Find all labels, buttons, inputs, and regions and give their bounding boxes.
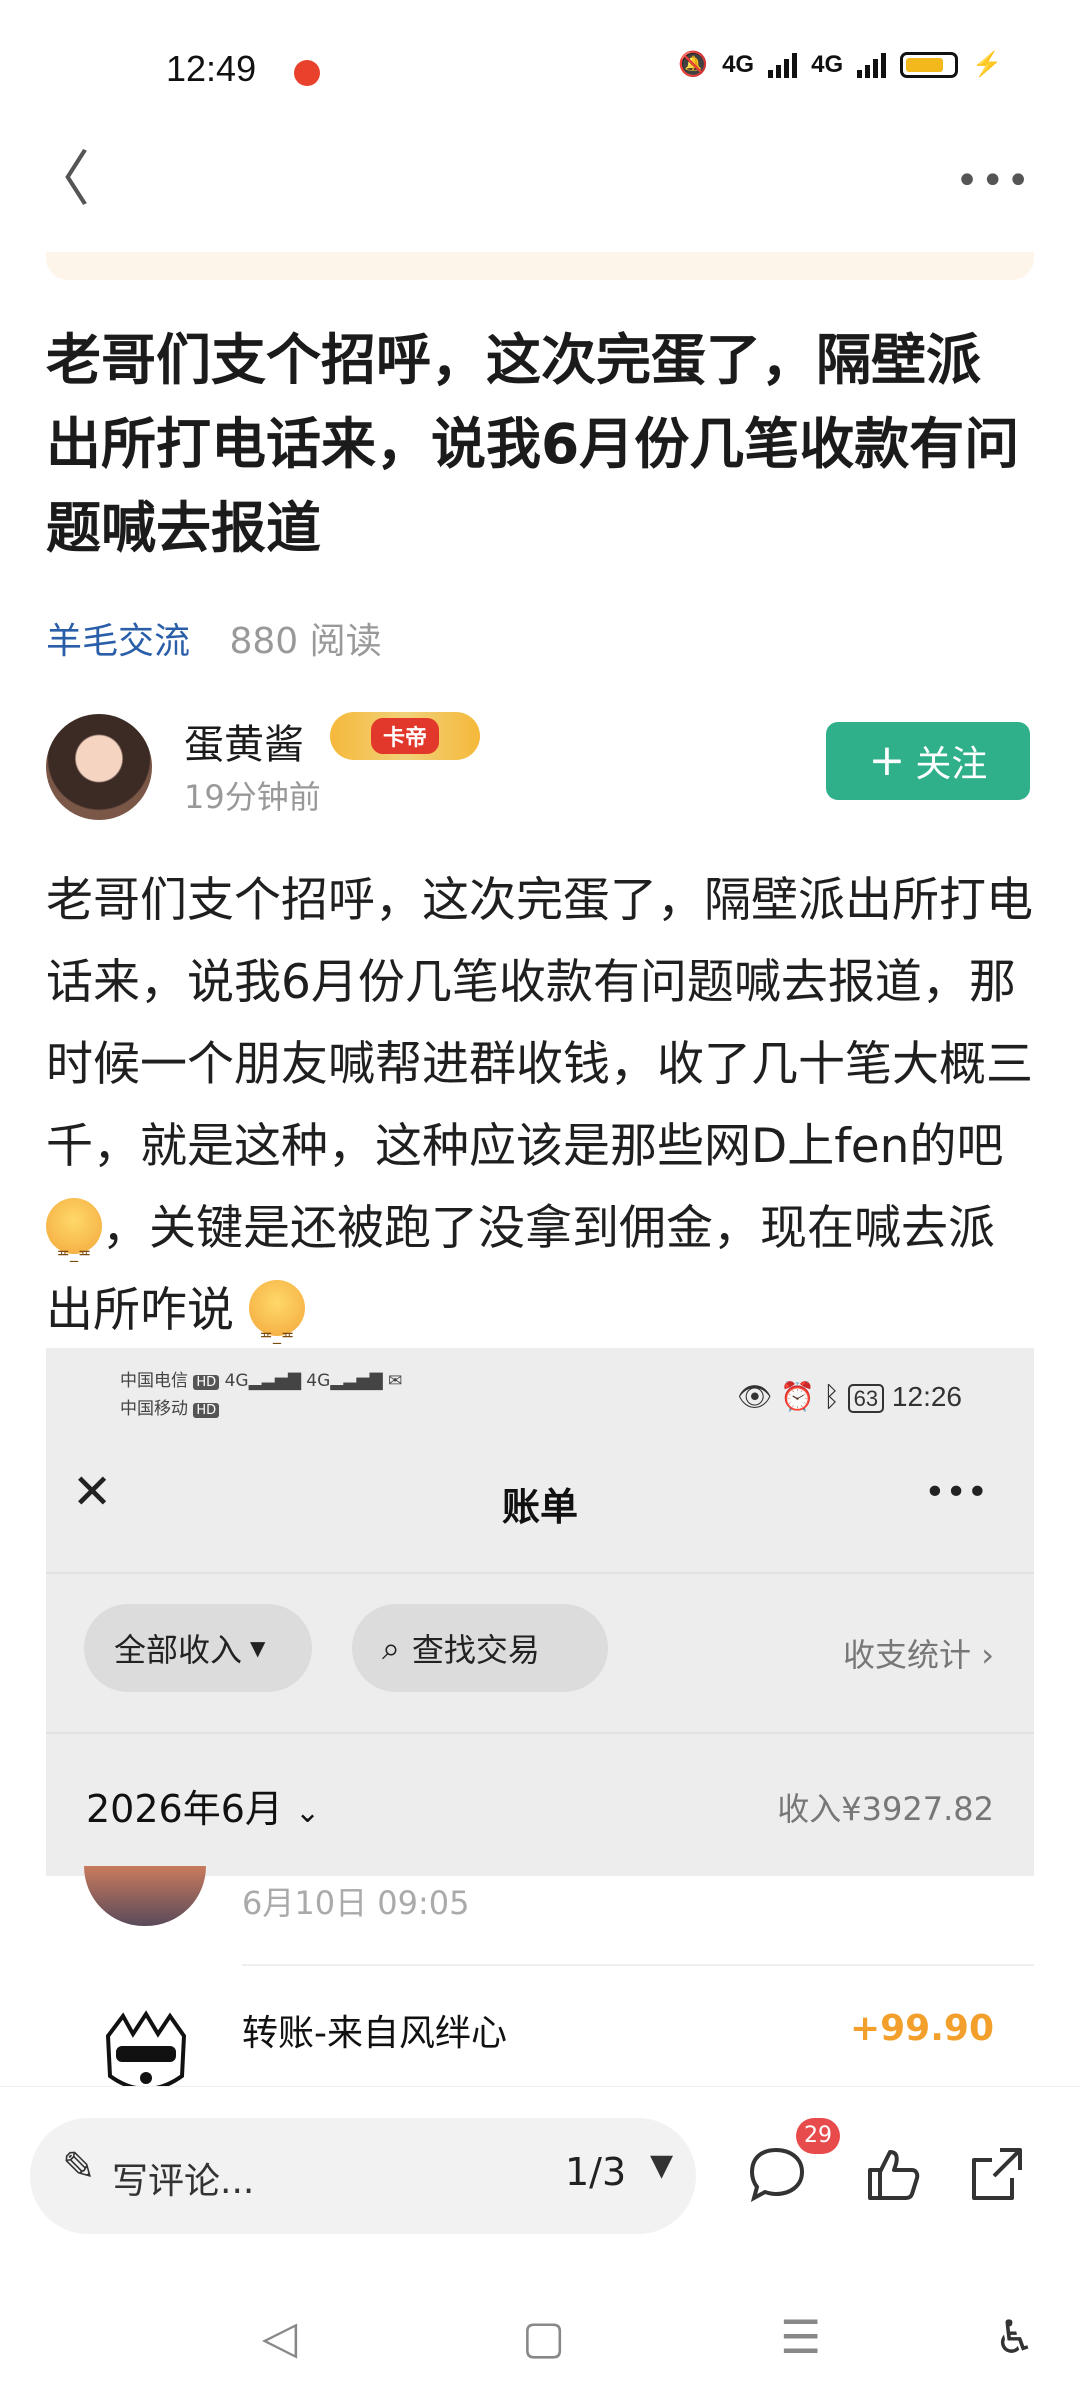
triangle-down-icon[interactable]: ▼ [650, 2148, 673, 2183]
badge-label: 卡帝 [370, 718, 439, 754]
eye-icon: 👁 [737, 1381, 773, 1412]
post-body-text-2: ，关键是还被跑了没拿到佣金，现在喊去派出所咋说 [46, 1201, 995, 1338]
chevron-right-icon: › [981, 1636, 994, 1674]
battery-level: 63 [847, 1384, 885, 1413]
image-pager[interactable]: 1/3 [565, 2150, 626, 2194]
follow-button[interactable]: + 关注 [826, 722, 1030, 800]
stats-link[interactable]: 收支统计 › [843, 1630, 994, 1676]
notification-dot-icon [294, 60, 320, 86]
category-link[interactable]: 羊毛交流 [46, 621, 190, 662]
signal-label-1: 4G [722, 50, 755, 78]
search-label: 查找交易 [411, 1631, 540, 1669]
post-body-text-1: 老哥们支个招呼，这次完蛋了，隔壁派出所打电话来，说我6月份几笔收款有问题喊去报道… [46, 873, 1033, 1174]
search-icon: ⌕ [382, 1628, 400, 1667]
divider [242, 1964, 1034, 1966]
post-body: 老哥们支个招呼，这次完蛋了，隔壁派出所打电话来，说我6月份几笔收款有问题喊去报道… [46, 860, 1034, 1376]
more-button[interactable]: ••• [955, 158, 1032, 204]
accessibility-icon[interactable]: ♿ [994, 2310, 1035, 2364]
embedded-screenshot[interactable]: 中国电信 HD 4G▂▃▅▇ 4G▂▃▅▇ ✉ 中国移动 HD 👁 ⏰ ᛒ 63… [46, 1348, 1034, 2086]
embedded-status-right: 👁 ⏰ ᛒ 63 12:26 [737, 1380, 962, 1413]
comment-placeholder: 写评论... [112, 2161, 255, 2202]
back-button[interactable]: 〈 [30, 150, 90, 210]
alarm-icon: ⏰ [780, 1381, 816, 1412]
bill-title: 账单 [501, 1485, 578, 1529]
month-selector[interactable]: 2026年6月 ⌄ [86, 1778, 320, 1833]
follow-label: 关注 [915, 744, 988, 785]
divider [46, 1572, 1034, 1574]
transaction-time: 6月10日 09:05 [242, 1884, 470, 1922]
signal-bars-icon-2 [857, 52, 887, 78]
post-title: 老哥们支个招呼，这次完蛋了，隔壁派出所打电话来，说我6月份几笔收款有问题喊去报道 [46, 328, 1020, 560]
post-meta: 羊毛交流 880 阅读 [46, 612, 382, 664]
triangle-down-icon: ▼ [250, 1636, 266, 1660]
plus-icon: + [868, 735, 906, 786]
read-count: 880 阅读 [229, 621, 382, 662]
signal-bars-icon [768, 52, 798, 78]
income-filter-dropdown[interactable]: 全部收入 ▼ [84, 1604, 312, 1692]
bluetooth-icon: ᛒ [823, 1381, 840, 1412]
transaction-avatar-2 [98, 2006, 194, 2086]
mute-icon: 🔕 [678, 51, 709, 78]
author-name[interactable]: 蛋黄酱 [184, 712, 304, 770]
post-time: 19分钟前 [184, 778, 321, 816]
search-transactions-button[interactable]: ⌕ 查找交易 [352, 1604, 608, 1692]
author-avatar[interactable] [46, 714, 152, 820]
embedded-status-left: 中国电信 HD 4G▂▃▅▇ 4G▂▃▅▇ ✉ 中国移动 HD [120, 1371, 403, 1419]
pencil-icon: ✎ [62, 2144, 96, 2190]
emoji-icon [46, 1198, 102, 1294]
month-label: 2026年6月 [86, 1787, 283, 1831]
author-badge: 卡帝 [330, 712, 480, 760]
system-home-icon[interactable]: ▢ [522, 2310, 565, 2364]
banner [46, 252, 1034, 280]
transaction-name: 转账-来自风绊心 [242, 2013, 507, 2054]
battery-icon [900, 51, 959, 78]
status-time: 12:49 [166, 48, 257, 89]
system-back-icon[interactable]: ◁ [262, 2310, 297, 2364]
thumbs-up-icon[interactable] [856, 2138, 928, 2210]
transaction-amount: +99.90 [849, 2008, 994, 2049]
status-icons: 🔕 4G 4G ⚡ [678, 50, 1002, 79]
share-icon[interactable] [960, 2138, 1032, 2210]
filter-label: 全部收入 [114, 1631, 243, 1669]
divider [46, 1732, 1034, 1734]
system-menu-icon[interactable]: ☰ [780, 2310, 821, 2364]
signal-label-2: 4G [811, 50, 844, 78]
comment-count-badge: 29 [796, 2118, 840, 2154]
transaction-list [46, 1876, 1034, 2086]
chevron-down-icon: ⌄ [294, 1795, 321, 1830]
embedded-time: 12:26 [891, 1381, 962, 1412]
emoji-icon-2 [248, 1280, 305, 1376]
more-icon[interactable]: ••• [924, 1472, 988, 1513]
income-total: 收入¥3927.82 [777, 1790, 994, 1828]
stats-label: 收支统计 [843, 1636, 972, 1674]
charging-icon: ⚡ [972, 51, 1002, 78]
